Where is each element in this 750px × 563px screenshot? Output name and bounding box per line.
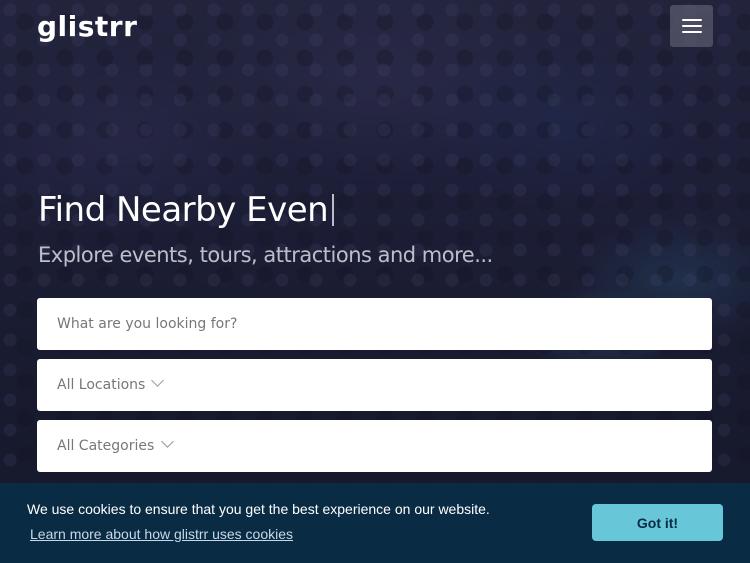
cookie-banner: We use cookies to ensure that you get th… — [0, 483, 750, 563]
cookie-accept-button[interactable]: Got it! — [592, 504, 723, 541]
hamburger-icon-bar — [682, 19, 702, 21]
logo[interactable]: glistrr — [37, 10, 137, 43]
menu-button[interactable] — [670, 5, 713, 47]
hero-headline: Find Nearby Even — [38, 190, 335, 230]
site-header: glistrr — [0, 0, 750, 56]
hero-headline-text: Find Nearby Even — [38, 190, 329, 230]
category-select-value: All Categories — [57, 438, 155, 454]
hamburger-icon-bar — [682, 25, 702, 27]
cookie-message: We use cookies to ensure that you get th… — [27, 501, 490, 517]
chevron-down-icon — [161, 435, 174, 448]
search-input[interactable] — [37, 298, 712, 350]
location-select-value: All Locations — [57, 377, 146, 393]
typing-cursor — [332, 194, 335, 226]
chevron-down-icon — [151, 374, 164, 387]
location-select[interactable]: All Locations — [37, 359, 712, 411]
cookie-learn-more-link[interactable]: Learn more about how glistrr uses cookie… — [30, 526, 293, 542]
hero-background-image — [0, 0, 750, 563]
category-select[interactable]: All Categories — [37, 420, 712, 472]
search-field — [37, 298, 712, 350]
hero-subheadline: Explore events, tours, attractions and m… — [38, 243, 493, 267]
hamburger-icon-bar — [682, 31, 702, 33]
page: glistrr Find Nearby Even Explore events,… — [0, 0, 750, 563]
